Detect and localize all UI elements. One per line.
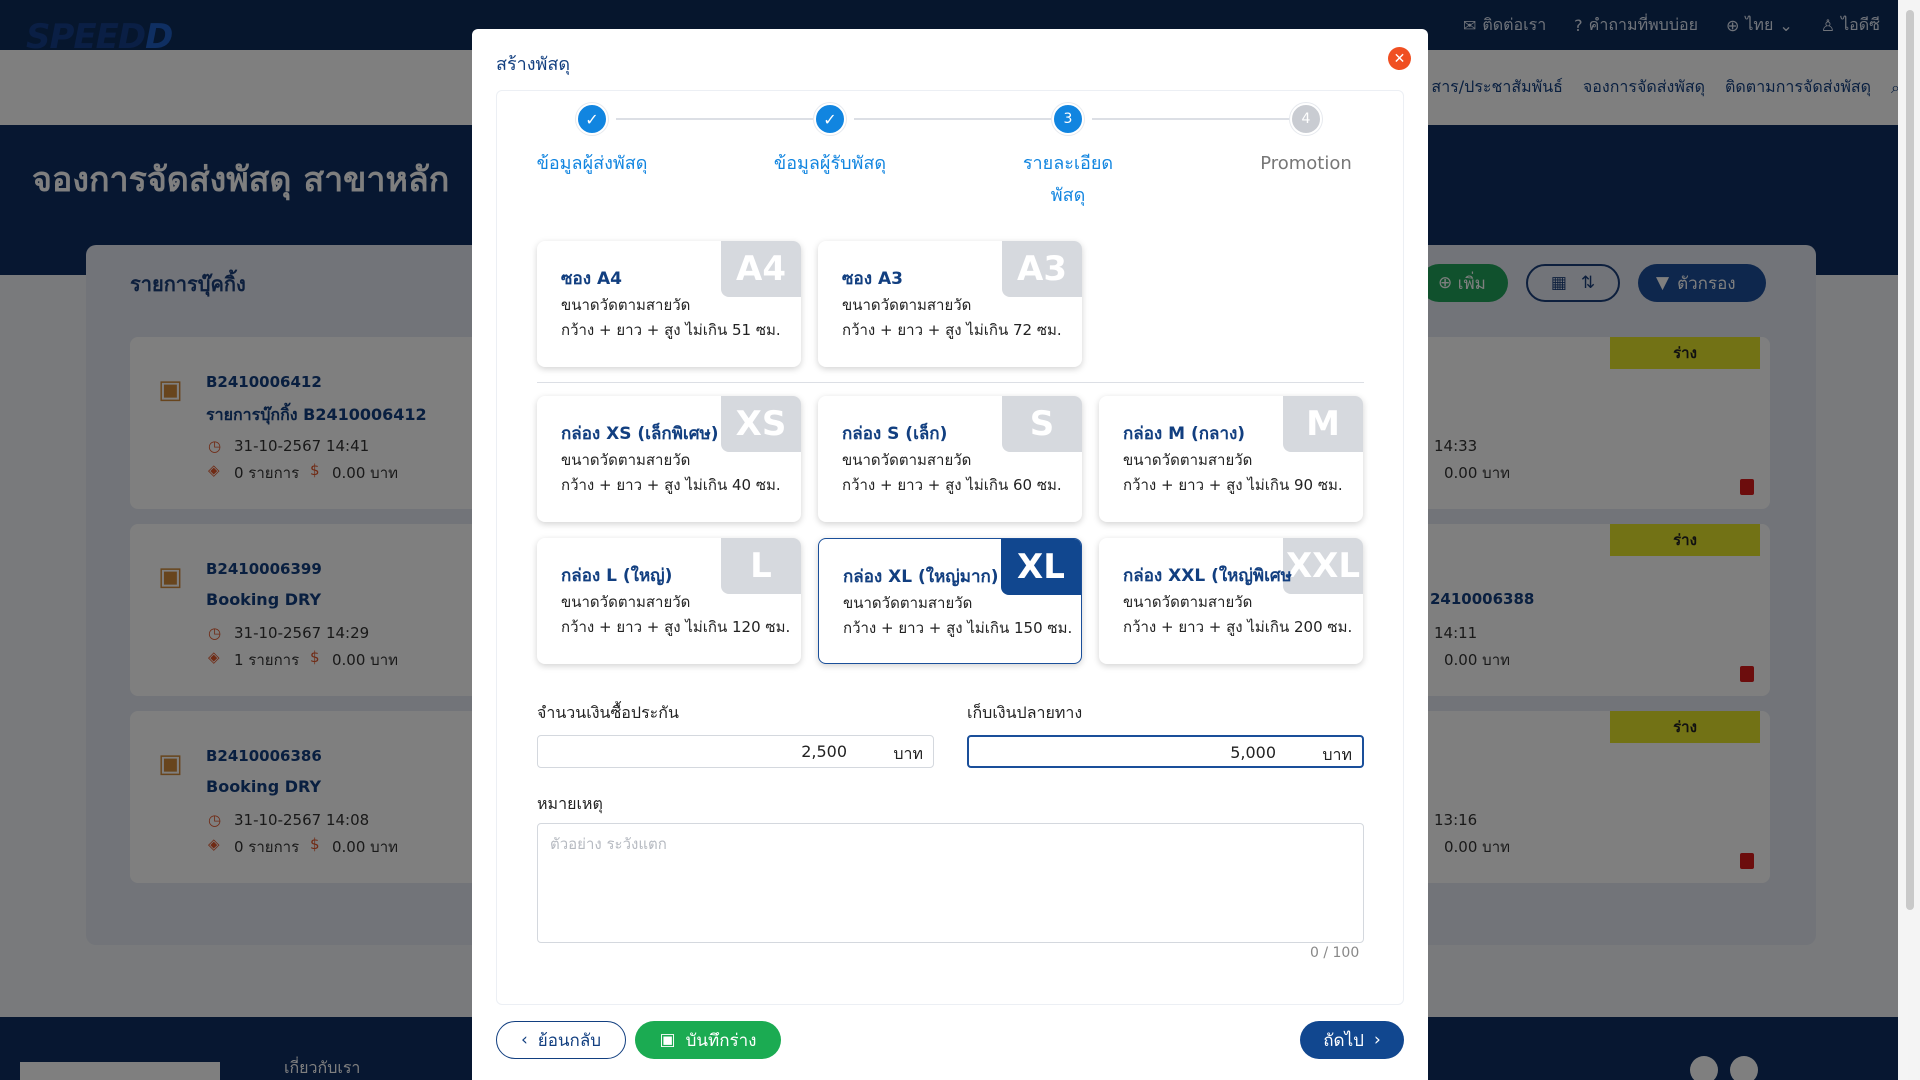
package-name: กล่อง L (ใหญ่) [561,566,673,586]
package-desc: ขนาดวัดตามสายวัด [1123,593,1253,611]
step-1-label[interactable]: ข้อมูลผู้ส่งพัสดุ [512,148,672,180]
back-button[interactable]: ‹ ย้อนกลับ [496,1021,626,1059]
remark-textarea[interactable]: ตัวอย่าง ระวังแตก [537,823,1364,943]
chevron-left-icon: ‹ [520,1030,528,1050]
size-tag: L [721,538,801,594]
cod-input[interactable]: 5,000 บาท [967,735,1364,768]
step-3-label-line2: พัสดุ [1050,185,1086,206]
insurance-label: จำนวนเงินซื้อประกัน [537,703,679,722]
back-label: ย้อนกลับ [537,1030,602,1051]
scrollbar-thumb[interactable] [1906,10,1914,910]
size-tag: S [1002,396,1082,452]
package-size: กว้าง + ยาว + สูง ไม่เกิน 150 ซม. [843,619,1073,637]
package-option-xxl[interactable]: XXL กล่อง XXL (ใหญ่พิเศษ ขนาดวัดตามสายวั… [1099,538,1363,664]
modal-title: สร้างพัสดุ [496,54,571,75]
cod-value: 5,000 [1230,743,1276,762]
step-2-check-icon: ✓ [814,103,846,135]
package-size: กว้าง + ยาว + สูง ไม่เกิน 200 ซม. [1123,618,1353,636]
package-option-xs[interactable]: XS กล่อง XS (เล็กพิเศษ) ขนาดวัดตามสายวัด… [537,396,801,522]
package-name: กล่อง XL (ใหญ่มาก) [843,567,999,587]
size-tag: M [1283,396,1363,452]
package-name: ซอง A3 [842,269,903,289]
package-option-m[interactable]: M กล่อง M (กลาง) ขนาดวัดตามสายวัด กว้าง … [1099,396,1363,522]
size-tag: XXL [1283,538,1363,594]
size-tag: A4 [721,241,801,297]
size-tag: A3 [1002,241,1082,297]
step-4-indicator: 4 [1290,103,1322,135]
package-name: กล่อง S (เล็ก) [842,424,948,444]
package-option-a4[interactable]: A4 ซอง A4 ขนาดวัดตามสายวัด กว้าง + ยาว +… [537,241,801,367]
insurance-value: 2,500 [801,742,847,761]
package-desc: ขนาดวัดตามสายวัด [561,593,691,611]
package-desc: ขนาดวัดตามสายวัด [843,594,973,612]
package-desc: ขนาดวัดตามสายวัด [842,296,972,314]
step-4-label: Promotion [1260,153,1352,174]
step-connector [616,118,816,120]
size-tag: XL [1001,539,1081,595]
package-option-xl[interactable]: XL กล่อง XL (ใหญ่มาก) ขนาดวัดตามสายวัด ก… [818,538,1082,664]
step-2-label[interactable]: ข้อมูลผู้รับพัสดุ [750,148,910,180]
step-connector [1092,118,1292,120]
insurance-input[interactable]: 2,500 บาท [537,735,934,768]
step-3-label[interactable]: รายละเอียด พัสดุ [1008,148,1128,212]
package-desc: ขนาดวัดตามสายวัด [842,451,972,469]
character-counter: 0 / 100 [1310,945,1360,961]
package-name: กล่อง XS (เล็กพิเศษ) [561,424,719,444]
package-size: กว้าง + ยาว + สูง ไม่เกิน 51 ซม. [561,321,781,339]
package-name: กล่อง M (กลาง) [1123,424,1246,444]
package-size: กว้าง + ยาว + สูง ไม่เกิน 72 ซม. [842,321,1062,339]
package-desc: ขนาดวัดตามสายวัด [561,451,691,469]
cod-unit: บาท [1322,745,1352,764]
next-label: ถัดไป [1323,1030,1364,1051]
package-size: กว้าง + ยาว + สูง ไม่เกิน 90 ซม. [1123,476,1343,494]
save-draft-label: บันทึกร่าง [685,1030,757,1051]
chevron-right-icon: › [1373,1030,1381,1050]
close-icon[interactable]: ✕ [1388,47,1411,70]
package-option-l[interactable]: L กล่อง L (ใหญ่) ขนาดวัดตามสายวัด กว้าง … [537,538,801,664]
section-divider [537,382,1364,383]
remark-label: หมายเหตุ [537,794,603,813]
step-1-check-icon: ✓ [576,103,608,135]
package-name: ซอง A4 [561,269,622,289]
package-size: กว้าง + ยาว + สูง ไม่เกิน 60 ซม. [842,476,1062,494]
save-draft-button[interactable]: ▣ บันทึกร่าง [635,1021,781,1059]
package-size: กว้าง + ยาว + สูง ไม่เกิน 40 ซม. [561,476,781,494]
insurance-unit: บาท [893,744,923,763]
step-connector [854,118,1054,120]
next-button[interactable]: ถัดไป › [1300,1021,1404,1059]
package-size: กว้าง + ยาว + สูง ไม่เกิน 120 ซม. [561,618,791,636]
cod-label: เก็บเงินปลายทาง [967,703,1083,722]
step-3-indicator: 3 [1052,103,1084,135]
step-3-label-line1: รายละเอียด [1022,153,1114,174]
remark-placeholder: ตัวอย่าง ระวังแตก [550,835,667,853]
save-icon: ▣ [659,1030,676,1050]
package-option-s[interactable]: S กล่อง S (เล็ก) ขนาดวัดตามสายวัด กว้าง … [818,396,1082,522]
package-option-a3[interactable]: A3 ซอง A3 ขนาดวัดตามสายวัด กว้าง + ยาว +… [818,241,1082,367]
package-desc: ขนาดวัดตามสายวัด [1123,451,1253,469]
package-name: กล่อง XXL (ใหญ่พิเศษ [1123,566,1292,586]
package-desc: ขนาดวัดตามสายวัด [561,296,691,314]
size-tag: XS [721,396,801,452]
